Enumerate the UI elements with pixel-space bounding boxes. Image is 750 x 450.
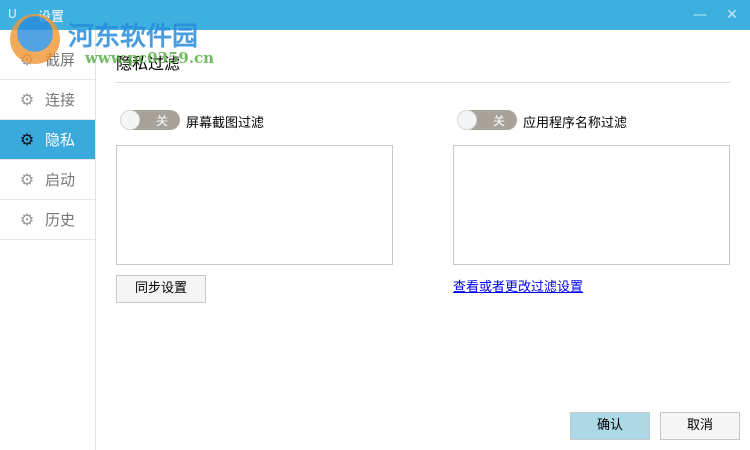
- app-filter-toggle[interactable]: 关: [457, 110, 517, 130]
- sidebar-item-label: 连接: [45, 91, 76, 109]
- sidebar: ⚙ 截屏 ⚙ 连接 ⚙ 隐私 ⚙ 启动 ⚙ 历史: [0, 30, 96, 450]
- sidebar-item-history[interactable]: ⚙ 历史: [0, 200, 95, 240]
- gear-icon: ⚙: [19, 210, 35, 229]
- sidebar-item-label: 历史: [45, 211, 76, 229]
- divider: [116, 82, 730, 83]
- sidebar-item-label: 截屏: [45, 51, 76, 69]
- toggle-state: 关: [492, 114, 505, 128]
- sidebar-item-screenshot[interactable]: ⚙ 截屏: [0, 40, 95, 80]
- sidebar-item-label: 隐私: [45, 131, 76, 149]
- sidebar-item-privacy[interactable]: ⚙ 隐私: [0, 120, 95, 160]
- ok-button[interactable]: 确认: [570, 412, 650, 440]
- gear-icon: ⚙: [19, 170, 35, 189]
- screen-filter-label: 屏幕截图过滤: [186, 116, 265, 131]
- screen-filter-toggle[interactable]: 关: [120, 110, 180, 130]
- page-title: 隐私过滤: [116, 54, 181, 73]
- toggle-state: 关: [155, 114, 168, 128]
- sidebar-item-label: 启动: [45, 171, 76, 189]
- gear-icon: ⚙: [19, 50, 35, 69]
- window-title: 设置: [38, 10, 65, 25]
- toggle-knob: [457, 110, 477, 130]
- cancel-button[interactable]: 取消: [660, 412, 740, 440]
- app-filter-label: 应用程序名称过滤: [523, 116, 628, 131]
- app-logo: U: [8, 7, 17, 21]
- sidebar-item-connection[interactable]: ⚙ 连接: [0, 80, 95, 120]
- app-filter-list[interactable]: [453, 145, 730, 265]
- screen-filter-list[interactable]: [116, 145, 393, 265]
- minimize-icon[interactable]: —: [690, 5, 710, 25]
- gear-icon: ⚙: [19, 90, 35, 109]
- toggle-knob: [120, 110, 140, 130]
- title-bar: U 设置 — ✕: [0, 0, 750, 30]
- close-icon[interactable]: ✕: [722, 5, 742, 25]
- gear-icon: ⚙: [19, 130, 35, 149]
- sidebar-item-startup[interactable]: ⚙ 启动: [0, 160, 95, 200]
- filter-settings-link[interactable]: 查看或者更改过滤设置: [453, 276, 583, 295]
- sync-settings-button[interactable]: 同步设置: [116, 275, 206, 303]
